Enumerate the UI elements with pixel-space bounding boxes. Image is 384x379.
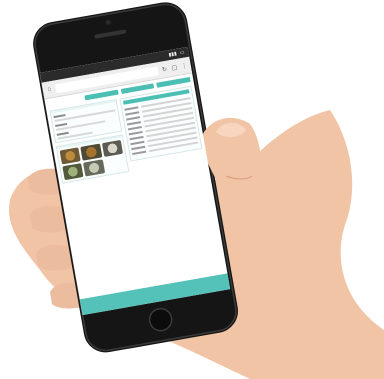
thumbnail[interactable] [62,163,84,181]
photo-stage: ▮▮▮ ▭ ⌂ ↻ ▢ ⋮ [0,0,384,379]
detail-panel [119,85,203,162]
tabs-icon[interactable]: ▢ [170,63,178,71]
refresh-icon[interactable]: ↻ [160,65,168,73]
menu-icon[interactable]: ⋮ [180,62,188,70]
image-panel [55,134,130,184]
signal-icon: ▮▮▮ [168,50,178,59]
battery-icon: ▭ [179,49,185,57]
home-icon[interactable]: ⌂ [45,85,53,93]
field-input[interactable] [55,120,105,131]
thumbnail[interactable] [80,143,103,161]
thumbnail[interactable] [101,139,124,158]
thumbnail[interactable] [83,159,105,177]
right-column [119,85,204,175]
detail-rows [122,95,201,161]
thumbnail[interactable] [59,147,82,165]
left-column [49,98,130,187]
